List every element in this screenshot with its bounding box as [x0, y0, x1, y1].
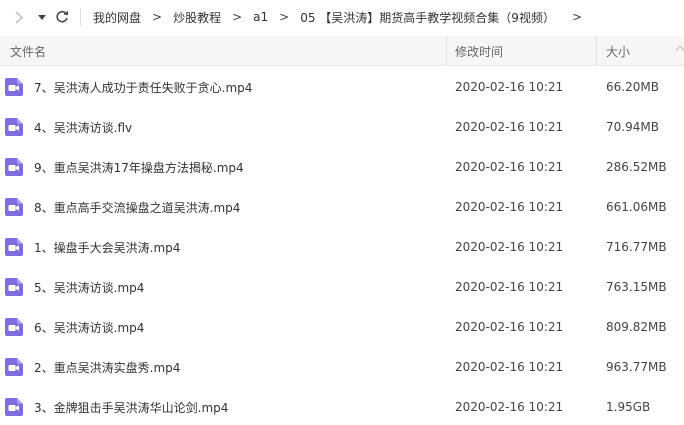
- file-row[interactable]: 5、吴洪涛访谈.mp4 2020-02-16 10:21 763.15MB: [0, 267, 684, 307]
- file-list: 7、吴洪涛人成功于责任失败于贪心.mp4 2020-02-16 10:21 66.2…: [0, 67, 684, 425]
- video-file-icon: [5, 158, 23, 176]
- video-file-icon: [5, 238, 23, 256]
- video-file-icon: [5, 398, 23, 416]
- video-file-icon: [5, 118, 23, 136]
- file-row[interactable]: 1、操盘手大会吴洪涛.mp4 2020-02-16 10:21 716.77MB: [0, 227, 684, 267]
- file-row[interactable]: 4、吴洪涛访谈.flv 2020-02-16 10:21 70.94MB: [0, 107, 684, 147]
- video-file-icon: [5, 278, 23, 296]
- file-row[interactable]: 3、金牌狙击手吴洪涛华山论剑.mp4 2020-02-16 10:21 1.95GB: [0, 387, 684, 425]
- file-size: 963.77MB: [606, 360, 667, 374]
- breadcrumb-item-tutorials[interactable]: 炒股教程: [166, 9, 228, 26]
- column-header-name[interactable]: 文件名: [10, 36, 46, 66]
- file-name[interactable]: 9、重点吴洪涛17年操盘方法揭秘.mp4: [34, 147, 244, 187]
- file-modified-time: 2020-02-16 10:21: [455, 280, 564, 294]
- file-modified-time: 2020-02-16 10:21: [455, 200, 564, 214]
- breadcrumb: 我的网盘 > 炒股教程 > a1 > 05 【吴洪涛】期货高手教学视频合集（9视…: [86, 0, 586, 34]
- breadcrumb-trailing-arrow[interactable]: >: [562, 10, 586, 24]
- file-name[interactable]: 2、重点吴洪涛实盘秀.mp4: [34, 347, 180, 387]
- toolbar: 我的网盘 > 炒股教程 > a1 > 05 【吴洪涛】期货高手教学视频合集（9视…: [0, 0, 684, 34]
- sort-ascending-icon[interactable]: [675, 44, 684, 54]
- file-row[interactable]: 9、重点吴洪涛17年操盘方法揭秘.mp4 2020-02-16 10:21 286.…: [0, 147, 684, 187]
- file-row[interactable]: 8、重点高手交流操盘之道吴洪涛.mp4 2020-02-16 10:21 661.0…: [0, 187, 684, 227]
- file-name[interactable]: 8、重点高手交流操盘之道吴洪涛.mp4: [34, 187, 240, 227]
- file-list-header: 文件名 修改时间 大小: [0, 36, 684, 66]
- file-name[interactable]: 7、吴洪涛人成功于责任失败于贪心.mp4: [34, 67, 252, 107]
- file-name[interactable]: 3、金牌狙击手吴洪涛华山论剑.mp4: [34, 387, 228, 425]
- file-modified-time: 2020-02-16 10:21: [455, 400, 564, 414]
- file-name[interactable]: 6、吴洪涛访谈.mp4: [34, 307, 144, 347]
- file-row[interactable]: 6、吴洪涛访谈.mp4 2020-02-16 10:21 809.82MB: [0, 307, 684, 347]
- refresh-icon[interactable]: [54, 8, 70, 26]
- toolbar-divider: [80, 8, 81, 26]
- column-divider[interactable]: [596, 36, 597, 66]
- breadcrumb-item-current[interactable]: 05 【吴洪涛】期货高手教学视频合集（9视频）: [293, 9, 562, 26]
- video-file-icon: [5, 78, 23, 96]
- file-row[interactable]: 7、吴洪涛人成功于责任失败于贪心.mp4 2020-02-16 10:21 66.2…: [0, 67, 684, 107]
- breadcrumb-separator: >: [279, 10, 290, 24]
- breadcrumb-item-root[interactable]: 我的网盘: [86, 9, 148, 26]
- file-size: 70.94MB: [606, 120, 659, 134]
- file-name[interactable]: 5、吴洪涛访谈.mp4: [34, 267, 144, 307]
- file-modified-time: 2020-02-16 10:21: [455, 240, 564, 254]
- file-size: 1.95GB: [606, 400, 651, 414]
- file-size: 661.06MB: [606, 200, 667, 214]
- history-dropdown-icon[interactable]: [36, 9, 48, 25]
- file-size: 286.52MB: [606, 160, 667, 174]
- file-modified-time: 2020-02-16 10:21: [455, 320, 564, 334]
- breadcrumb-item-a1[interactable]: a1: [246, 10, 275, 24]
- forward-arrow-icon[interactable]: [12, 9, 26, 25]
- video-file-icon: [5, 198, 23, 216]
- file-modified-time: 2020-02-16 10:21: [455, 360, 564, 374]
- file-modified-time: 2020-02-16 10:21: [455, 80, 564, 94]
- video-file-icon: [5, 358, 23, 376]
- file-name[interactable]: 4、吴洪涛访谈.flv: [34, 107, 132, 147]
- column-header-modified[interactable]: 修改时间: [455, 36, 503, 66]
- column-header-size[interactable]: 大小: [606, 36, 630, 66]
- file-row[interactable]: 2、重点吴洪涛实盘秀.mp4 2020-02-16 10:21 963.77MB: [0, 347, 684, 387]
- file-name[interactable]: 1、操盘手大会吴洪涛.mp4: [34, 227, 180, 267]
- breadcrumb-separator: >: [232, 10, 243, 24]
- file-size: 763.15MB: [606, 280, 667, 294]
- file-modified-time: 2020-02-16 10:21: [455, 120, 564, 134]
- file-modified-time: 2020-02-16 10:21: [455, 160, 564, 174]
- video-file-icon: [5, 318, 23, 336]
- column-divider[interactable]: [446, 36, 447, 66]
- file-size: 66.20MB: [606, 80, 659, 94]
- file-size: 809.82MB: [606, 320, 667, 334]
- breadcrumb-separator: >: [152, 10, 163, 24]
- file-size: 716.77MB: [606, 240, 667, 254]
